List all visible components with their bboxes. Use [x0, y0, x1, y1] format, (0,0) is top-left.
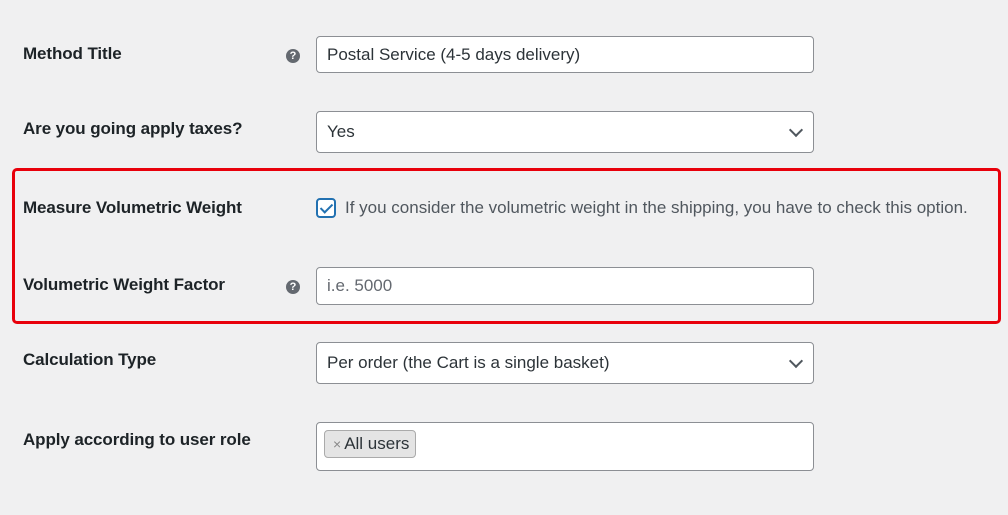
apply-taxes-label: Are you going apply taxes?: [23, 119, 243, 138]
calculation-type-select[interactable]: Per order (the Cart is a single basket): [316, 342, 814, 384]
calculation-type-label: Calculation Type: [23, 350, 157, 369]
chevron-down-icon: [788, 122, 804, 138]
user-role-label: Apply according to user role: [23, 430, 251, 449]
question-circle-icon[interactable]: ?: [286, 280, 300, 294]
volumetric-weight-factor-label: Volumetric Weight Factor: [23, 275, 225, 294]
method-title-label: Method Title: [23, 44, 122, 63]
calculation-type-value: Per order (the Cart is a single basket): [327, 353, 610, 372]
volumetric-weight-factor-placeholder: i.e. 5000: [327, 276, 393, 295]
measure-volumetric-weight-description: If you consider the volumetric weight in…: [345, 198, 968, 217]
chevron-down-icon: [788, 353, 804, 369]
method-title-input[interactable]: Postal Service (4-5 days delivery): [316, 36, 814, 73]
method-title-value: Postal Service (4-5 days delivery): [327, 44, 581, 64]
user-role-tag: × All users: [324, 430, 417, 458]
question-circle-icon[interactable]: ?: [286, 49, 300, 63]
volumetric-weight-factor-input[interactable]: i.e. 5000: [316, 267, 814, 305]
apply-taxes-select[interactable]: Yes: [316, 111, 814, 153]
user-role-tag-label: All users: [344, 434, 410, 453]
measure-volumetric-weight-label: Measure Volumetric Weight: [23, 198, 242, 217]
measure-volumetric-weight-checkbox[interactable]: [316, 198, 336, 218]
remove-tag-icon[interactable]: ×: [333, 436, 341, 452]
user-role-multiselect[interactable]: × All users: [316, 422, 814, 471]
apply-taxes-value: Yes: [327, 122, 355, 141]
